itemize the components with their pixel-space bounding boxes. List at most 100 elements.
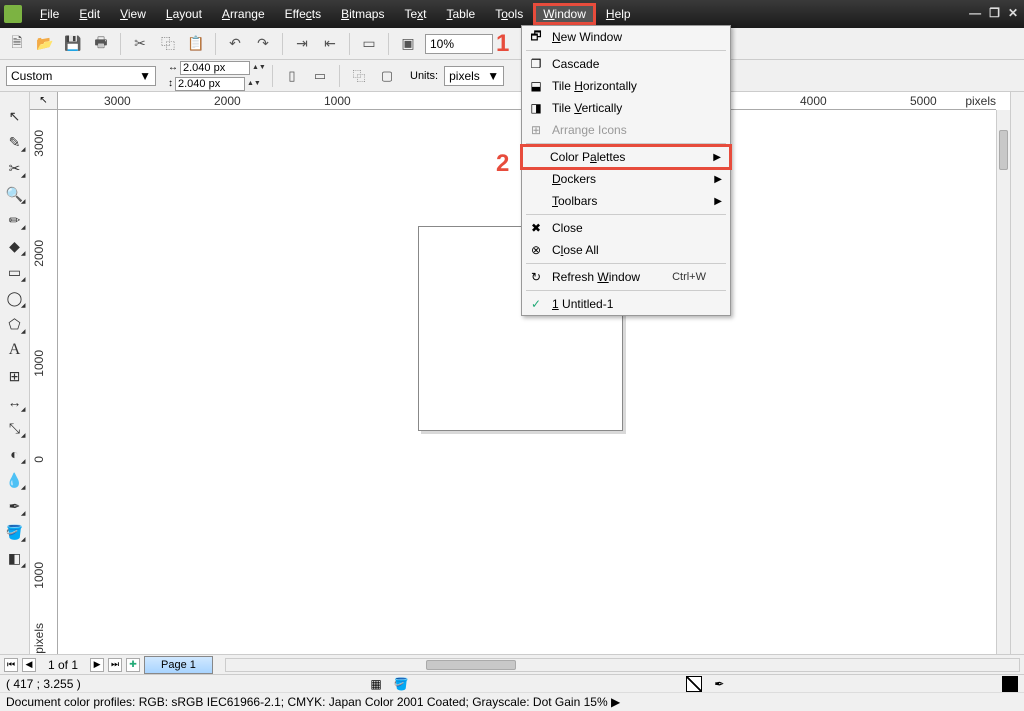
outline-indicator-icon[interactable]: ✒	[714, 677, 724, 691]
right-dock[interactable]	[1010, 92, 1024, 654]
callout-2: 2	[496, 150, 509, 178]
fill-indicator-icon[interactable]: 🪣	[394, 677, 409, 691]
menu-color-palettes[interactable]: Color Palettes ▶	[520, 144, 732, 170]
menu-window[interactable]: Window	[533, 3, 596, 25]
menu-arrange[interactable]: Arrange	[212, 3, 275, 25]
menu-tile-vertically[interactable]: ◨ Tile Vertically	[522, 97, 730, 119]
next-page-button[interactable]: ▶	[90, 658, 104, 672]
pick-tool[interactable]: ↖	[5, 106, 25, 126]
menu-arrange-icons: ⊞ Arrange Icons	[522, 119, 730, 141]
menu-edit[interactable]: Edit	[69, 3, 110, 25]
all-pages-button[interactable]: ⿻	[348, 65, 370, 87]
close-icon[interactable]: ✕	[1008, 6, 1018, 20]
menu-text[interactable]: Text	[394, 3, 436, 25]
menu-dockers[interactable]: Dockers ▶	[522, 168, 730, 190]
menu-help[interactable]: Help	[596, 3, 641, 25]
import-button[interactable]: ⇥	[291, 33, 313, 55]
table-tool[interactable]: ⊞	[5, 366, 25, 386]
hruler-tick: 3000	[104, 94, 131, 108]
print-button[interactable]: 🖶	[90, 33, 112, 55]
dimension-tool[interactable]: ↔◢	[5, 392, 25, 412]
menu-tools[interactable]: Tools	[485, 3, 533, 25]
cut-button[interactable]: ✂	[129, 33, 151, 55]
menu-layout[interactable]: Layout	[156, 3, 212, 25]
vruler-tick: 3000	[32, 130, 46, 157]
vertical-scrollbar[interactable]	[996, 110, 1010, 654]
units-select[interactable]: pixels▼	[444, 66, 504, 86]
portrait-button[interactable]: ▯	[281, 65, 303, 87]
prev-page-button[interactable]: ◀	[22, 658, 36, 672]
ellipse-tool[interactable]: ◯◢	[5, 288, 25, 308]
width-icon: ↔	[168, 62, 178, 73]
first-page-button[interactable]: ⏮	[4, 658, 18, 672]
copy-button[interactable]: ⿻	[157, 33, 179, 55]
canvas-area: ↖ 3000 2000 1000 4000 5000 pixels 3000 2…	[30, 92, 1010, 654]
open-button[interactable]: 📂	[34, 33, 56, 55]
publish-button[interactable]: ▭	[358, 33, 380, 55]
fullscreen-button[interactable]: ▣	[397, 33, 419, 55]
units-label: Units:	[410, 70, 438, 82]
save-button[interactable]: 💾	[62, 33, 84, 55]
toolbox: ↖ ✎◢ ✂◢ 🔍◢ ✏◢ ◆◢ ▭◢ ◯◢ ⬠◢ A ⊞ ↔◢ ⤡◢ ◐◢ 💧…	[0, 92, 30, 654]
fill-swatch-none[interactable]	[686, 676, 702, 692]
crop-tool[interactable]: ✂◢	[5, 158, 25, 178]
new-button[interactable]: 🗎	[6, 33, 28, 55]
current-page-button[interactable]: ▢	[376, 65, 398, 87]
color-profiles[interactable]: Document color profiles: RGB: sRGB IEC61…	[6, 695, 620, 709]
menu-effects[interactable]: Effects	[275, 3, 331, 25]
fill-tool[interactable]: 🪣◢	[5, 522, 25, 542]
connector-tool[interactable]: ⤡◢	[5, 418, 25, 438]
width-spinner[interactable]: ▲▼	[252, 61, 264, 75]
landscape-button[interactable]: ▭	[309, 65, 331, 87]
page-preset-select[interactable]: Custom▼	[6, 66, 156, 86]
menu-toolbars[interactable]: Toolbars ▶	[522, 190, 730, 212]
page-height-input[interactable]	[175, 77, 245, 91]
maximize-icon[interactable]: ❐	[989, 6, 1000, 20]
zoom-input[interactable]	[425, 34, 493, 54]
menu-file[interactable]: FFileile	[30, 3, 69, 25]
export-button[interactable]: ⇤	[319, 33, 341, 55]
redo-button[interactable]: ↷	[252, 33, 274, 55]
undo-button[interactable]: ↶	[224, 33, 246, 55]
hruler-tick: 5000	[910, 94, 937, 108]
horizontal-scrollbar[interactable]	[225, 658, 1020, 672]
menu-tile-horizontally[interactable]: ⬓ Tile Horizontally	[522, 75, 730, 97]
window-menu-dropdown: 🗗 New Window ❐ Cascade ⬓ Tile Horizontal…	[521, 25, 731, 316]
zoom-tool[interactable]: 🔍◢	[5, 184, 25, 204]
polygon-tool[interactable]: ⬠◢	[5, 314, 25, 334]
last-page-button[interactable]: ⏭	[108, 658, 122, 672]
snap-icon[interactable]: ▦	[370, 677, 381, 691]
menu-bitmaps[interactable]: Bitmaps	[331, 3, 394, 25]
vruler-tick: 1000	[32, 350, 46, 377]
eyedropper-tool[interactable]: 💧◢	[5, 470, 25, 490]
menu-doc-untitled1[interactable]: ✓ 1 Untitled-1	[522, 293, 730, 315]
menu-cascade[interactable]: ❐ Cascade	[522, 53, 730, 75]
arrange-icons-icon: ⊞	[528, 122, 544, 138]
menu-close-all[interactable]: ⊗ Close All	[522, 239, 730, 261]
freehand-tool[interactable]: ✏◢	[5, 210, 25, 230]
ruler-origin[interactable]: ↖	[30, 92, 58, 110]
text-tool[interactable]: A	[5, 340, 25, 360]
callout-1: 1	[496, 30, 509, 58]
menu-close[interactable]: ✖ Close	[522, 217, 730, 239]
page-width-input[interactable]	[180, 61, 250, 75]
menu-new-window[interactable]: 🗗 New Window	[522, 26, 730, 48]
paste-button[interactable]: 📋	[185, 33, 207, 55]
menu-refresh-window[interactable]: ↻ Refresh Window Ctrl+W	[522, 266, 730, 288]
vertical-ruler[interactable]: 3000 2000 1000 0 1000 pixels	[30, 110, 58, 654]
blend-tool[interactable]: ◐◢	[5, 444, 25, 464]
outline-swatch[interactable]	[1002, 676, 1018, 692]
outline-tool[interactable]: ✒◢	[5, 496, 25, 516]
page-tab[interactable]: Page 1	[144, 656, 213, 674]
smart-fill-tool[interactable]: ◆◢	[5, 236, 25, 256]
rectangle-tool[interactable]: ▭◢	[5, 262, 25, 282]
add-page-button[interactable]: ✚	[126, 658, 140, 672]
property-bar: Custom▼ ↔ ▲▼ ↕ ▲▼ ▯ ▭ ⿻ ▢ Units: pixels▼	[0, 60, 1024, 92]
height-spinner[interactable]: ▲▼	[247, 77, 259, 91]
interactive-fill-tool[interactable]: ◧◢	[5, 548, 25, 568]
minimize-icon[interactable]: —	[969, 6, 981, 20]
menu-table[interactable]: Table	[437, 3, 486, 25]
vruler-tick: 2000	[32, 240, 46, 267]
shape-tool[interactable]: ✎◢	[5, 132, 25, 152]
menu-view[interactable]: View	[110, 3, 156, 25]
